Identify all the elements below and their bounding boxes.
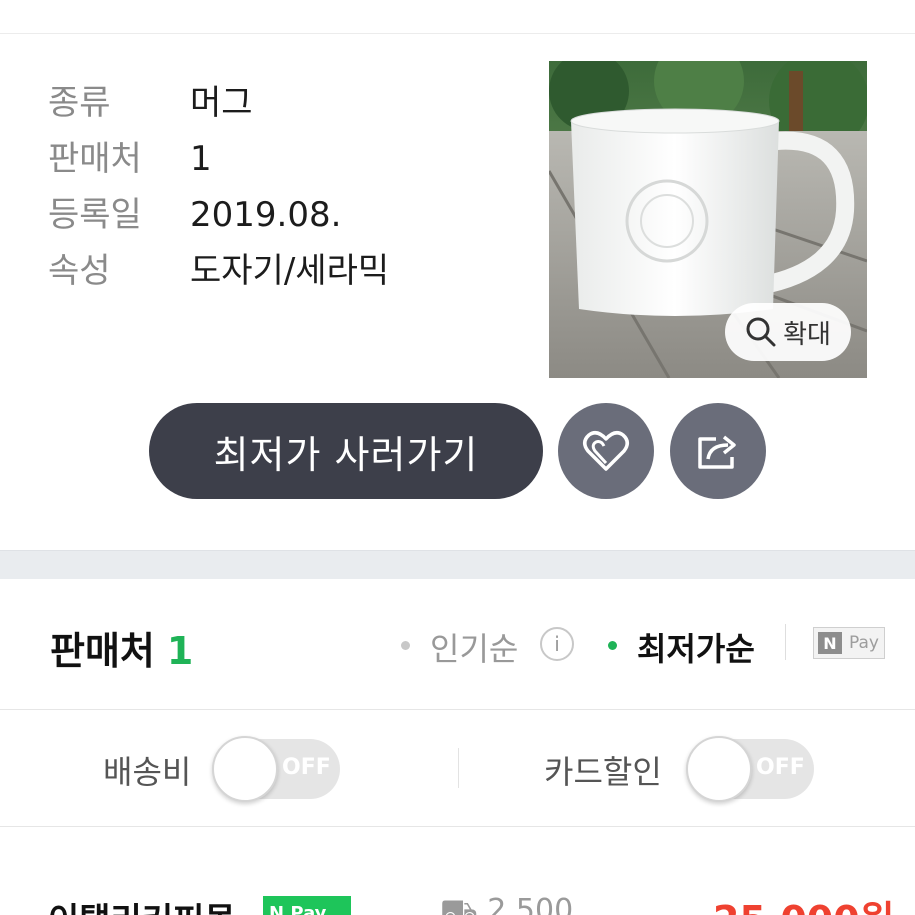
zoom-button[interactable]: 확대	[725, 303, 851, 361]
sort-popular[interactable]: 인기순	[430, 624, 518, 670]
toggle-state: OFF	[282, 755, 331, 780]
shipping-fee: ⛟ 2,500	[440, 893, 573, 915]
card-discount-toggle[interactable]: OFF	[686, 736, 814, 802]
spec-label: 등록일	[48, 195, 142, 235]
spec-label: 속성	[48, 251, 111, 291]
npay-label: Pay	[290, 902, 327, 915]
shop-name[interactable]: 이탤리커피몰	[48, 893, 236, 915]
shipping-toggle[interactable]: OFF	[212, 736, 340, 802]
sort-separator	[785, 624, 786, 660]
spec-value: 1	[190, 139, 212, 179]
spec-label: 판매처	[48, 139, 142, 179]
shipping-filter-label: 배송비	[103, 753, 192, 791]
magnifier-icon	[746, 317, 776, 347]
share-button[interactable]	[670, 403, 766, 499]
top-divider	[0, 33, 915, 34]
sellers-heading: 판매처 1	[50, 620, 193, 675]
card-discount-label: 카드할인	[544, 753, 662, 791]
zoom-label: 확대	[783, 319, 831, 350]
naver-n-icon: N	[818, 632, 842, 654]
npay-badge: N Pay	[263, 896, 351, 915]
truck-icon: ⛟	[440, 893, 478, 915]
info-icon[interactable]: i	[540, 627, 574, 661]
filter-bottom-divider	[0, 826, 915, 827]
heart-icon	[583, 431, 629, 471]
toggle-knob	[686, 736, 752, 802]
shipping-fee-value: 2,500	[487, 893, 574, 915]
wishlist-button[interactable]	[558, 403, 654, 499]
filter-top-divider	[0, 709, 915, 710]
toggle-state: OFF	[756, 755, 805, 780]
sort-dot-active	[608, 641, 617, 650]
filter-separator	[458, 748, 459, 788]
sort-lowest-price[interactable]: 최저가순	[637, 624, 755, 670]
listing-price[interactable]: 25,000원	[713, 893, 895, 915]
sort-dot-inactive	[401, 641, 410, 650]
npay-filter-badge[interactable]: N Pay	[813, 627, 885, 659]
npay-label: Pay	[849, 633, 879, 653]
seller-listing-row[interactable]: 이탤리커피몰 N Pay ⛟ 2,500 25,000원	[0, 893, 915, 915]
naver-n-icon: N	[269, 902, 285, 915]
spec-value: 도자기/세라믹	[190, 251, 390, 291]
spec-value: 2019.08.	[190, 195, 342, 235]
share-icon	[698, 435, 736, 469]
sellers-count: 1	[166, 629, 194, 673]
spec-label: 종류	[48, 83, 111, 123]
toggle-knob	[212, 736, 278, 802]
section-divider	[0, 550, 915, 579]
buy-lowest-price-button[interactable]: 최저가 사러가기	[149, 403, 543, 499]
sellers-title: 판매처	[50, 629, 155, 673]
spec-value: 머그	[190, 83, 253, 123]
